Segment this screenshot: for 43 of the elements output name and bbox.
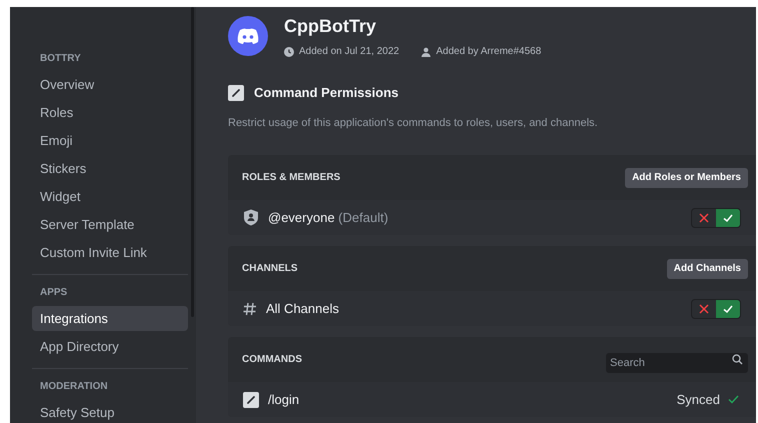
slash-command-icon — [243, 392, 259, 408]
allow-button[interactable] — [716, 300, 740, 318]
sidebar-item[interactable]: Server Template — [32, 212, 188, 237]
section-title: Command Permissions — [254, 84, 398, 102]
sync-status: Synced — [676, 390, 720, 409]
section-header: BOTTRY — [39, 52, 82, 66]
shield-icon — [243, 209, 259, 226]
added-date: Added on Jul 21, 2022 — [299, 45, 400, 59]
add-button[interactable]: Add Channels — [666, 258, 748, 278]
added-by: Added by Arreme#4568 — [436, 45, 542, 59]
sidebar-item[interactable]: Stickers — [32, 156, 188, 181]
section-header: APPS — [39, 286, 68, 300]
sidebar-item[interactable]: Emoji — [32, 128, 188, 153]
x-icon — [698, 302, 710, 314]
search-icon — [732, 354, 743, 365]
clock-icon — [284, 46, 294, 56]
app-name: CppBotTry — [284, 15, 377, 38]
row-label: All Channels — [266, 300, 339, 318]
x-icon — [698, 212, 710, 224]
sidebar-item[interactable]: Custom Invite Link — [32, 240, 188, 265]
section-header: MODERATION — [39, 380, 109, 394]
row-label: @everyone (Default) — [268, 208, 388, 227]
sidebar-item[interactable]: Integrations — [32, 306, 188, 331]
search-field[interactable]: Search — [606, 352, 748, 372]
card-header: COMMANDS — [242, 353, 302, 367]
check-icon — [722, 302, 734, 314]
sidebar-item[interactable]: Overview — [32, 72, 188, 97]
row-label: /login — [268, 390, 300, 409]
check-icon — [728, 395, 739, 404]
bot-avatar — [228, 16, 268, 56]
slash-command-icon — [228, 84, 244, 101]
hash-icon — [243, 302, 257, 316]
add-button[interactable]: Add Roles or Members — [625, 168, 748, 188]
sidebar-item[interactable]: Roles — [32, 100, 188, 125]
sidebar-item[interactable]: Widget — [32, 184, 188, 209]
card-header: ROLES & MEMBERS — [242, 171, 340, 185]
card-header: CHANNELS — [242, 262, 298, 276]
sidebar-item[interactable]: App Directory — [32, 334, 188, 359]
section-description: Restrict usage of this application's commands to roles, users, and channels. — [228, 116, 599, 130]
sidebar-item[interactable]: Safety Setup — [32, 400, 188, 423]
allow-button[interactable] — [716, 208, 740, 226]
person-icon — [421, 46, 432, 56]
check-icon — [722, 212, 734, 224]
